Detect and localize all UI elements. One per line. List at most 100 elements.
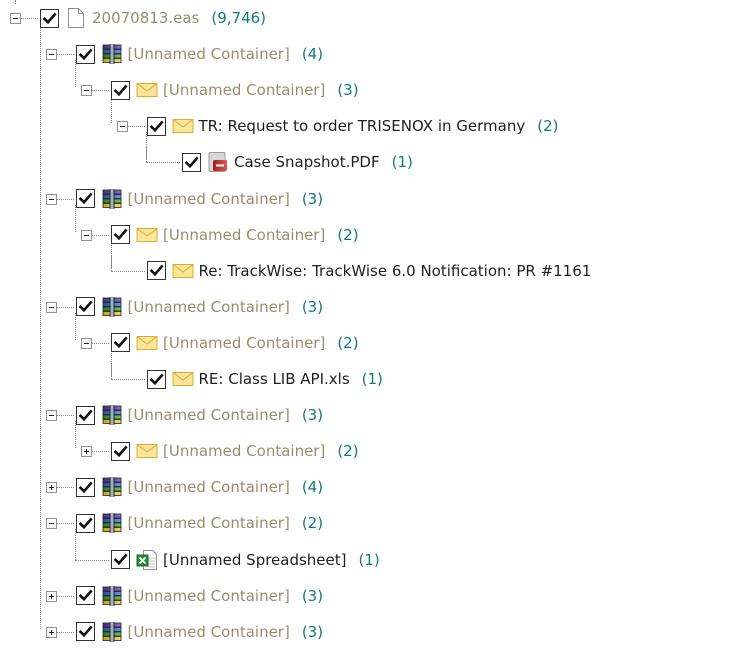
node-count: (3) xyxy=(301,297,324,316)
node-checkbox[interactable] xyxy=(75,477,95,497)
node-count: (3) xyxy=(301,406,324,425)
minus-icon[interactable] xyxy=(45,410,57,422)
expand-button[interactable] xyxy=(75,436,109,466)
minus-icon[interactable] xyxy=(45,518,57,530)
collapse-button[interactable] xyxy=(111,111,145,141)
node-checkbox[interactable] xyxy=(111,441,130,461)
checkmark-icon xyxy=(78,299,93,314)
tree-node[interactable]: TR: Request to order TRISENOX in Germany… xyxy=(111,111,559,141)
node-label[interactable]: [Unnamed Container] xyxy=(163,442,325,460)
minus-icon[interactable] xyxy=(81,85,92,97)
node-label[interactable]: [Unnamed Container] xyxy=(163,334,325,352)
node-checkbox[interactable] xyxy=(111,550,130,569)
checkmark-icon xyxy=(113,444,128,459)
node-checkbox[interactable] xyxy=(75,405,95,425)
node-checkbox[interactable] xyxy=(75,189,95,208)
tree-node[interactable]: Case Snapshot.PDF (1) xyxy=(146,147,413,177)
tree-node[interactable]: Re: TrackWise: TrackWise 6.0 Notificatio… xyxy=(110,255,592,286)
node-checkbox[interactable] xyxy=(111,80,130,100)
node-label[interactable]: RE: Class LIB API.xls xyxy=(199,370,350,388)
node-label[interactable]: Re: TrackWise: TrackWise 6.0 Notificatio… xyxy=(199,262,592,280)
node-label[interactable]: [Unnamed Spreadsheet] xyxy=(163,551,347,569)
tree-connector-line xyxy=(146,147,147,163)
node-checkbox[interactable] xyxy=(111,333,130,353)
tree-node[interactable]: 20070813.eas (9,746) xyxy=(4,3,266,33)
archive-icon xyxy=(100,621,124,643)
minus-icon[interactable] xyxy=(45,49,57,61)
node-label[interactable]: [Unnamed Container] xyxy=(163,226,325,244)
node-label[interactable]: [Unnamed Container] xyxy=(128,298,290,316)
collapse-button[interactable] xyxy=(40,508,74,538)
minus-icon[interactable] xyxy=(116,121,128,133)
tree-node[interactable]: [Unnamed Container] (3) xyxy=(40,292,324,322)
tree-node[interactable]: RE: Class LIB API.xls (1) xyxy=(110,364,383,394)
tree-branch-connector xyxy=(75,544,109,575)
node-label[interactable]: [Unnamed Container] xyxy=(128,623,290,641)
collapse-button[interactable] xyxy=(40,39,74,69)
envelope-icon xyxy=(135,79,159,101)
minus-icon[interactable] xyxy=(81,337,92,349)
node-label[interactable]: 20070813.eas xyxy=(92,9,199,27)
node-checkbox[interactable] xyxy=(182,152,201,172)
node-label[interactable]: [Unnamed Container] xyxy=(128,514,290,532)
node-label[interactable]: [Unnamed Container] xyxy=(128,587,290,605)
minus-icon[interactable] xyxy=(10,13,21,24)
collapse-button[interactable] xyxy=(75,328,109,358)
node-label[interactable]: [Unnamed Container] xyxy=(163,81,325,99)
tree-connector-line xyxy=(75,544,76,560)
tree-node[interactable]: [Unnamed Container] (3) xyxy=(75,75,359,105)
collapse-button[interactable] xyxy=(40,292,74,322)
node-checkbox[interactable] xyxy=(146,261,166,281)
collapse-button[interactable] xyxy=(4,3,38,33)
collapse-button[interactable] xyxy=(40,400,74,430)
tree-node[interactable]: [Unnamed Container] (2) xyxy=(75,436,359,466)
tree-node[interactable]: [Unnamed Container] (3) xyxy=(40,400,324,430)
plus-icon[interactable] xyxy=(45,626,57,638)
plus-icon[interactable] xyxy=(81,446,92,458)
minus-icon[interactable] xyxy=(45,301,57,313)
tree-node[interactable]: [Unnamed Spreadsheet] (1) xyxy=(75,544,380,575)
node-checkbox[interactable] xyxy=(75,586,95,606)
node-label[interactable]: [Unnamed Container] xyxy=(128,190,290,208)
node-label[interactable]: Case Snapshot.PDF xyxy=(234,153,380,171)
plus-icon[interactable] xyxy=(45,482,57,494)
collapse-button[interactable] xyxy=(40,184,74,214)
expand-button[interactable] xyxy=(40,617,74,647)
checkmark-icon xyxy=(78,47,93,62)
minus-icon[interactable] xyxy=(45,193,57,205)
node-checkbox[interactable] xyxy=(75,513,95,533)
node-count: (3) xyxy=(301,622,324,641)
node-checkbox[interactable] xyxy=(40,8,59,28)
tree-node[interactable]: [Unnamed Container] (4) xyxy=(40,39,323,69)
node-label[interactable]: [Unnamed Container] xyxy=(128,478,290,496)
archive-icon xyxy=(100,296,124,318)
node-label[interactable]: TR: Request to order TRISENOX in Germany xyxy=(199,117,526,135)
node-label[interactable]: [Unnamed Container] xyxy=(128,45,290,63)
tree-node[interactable]: [Unnamed Container] (2) xyxy=(75,328,359,358)
node-label[interactable]: [Unnamed Container] xyxy=(128,406,290,424)
tree-node[interactable]: [Unnamed Container] (4) xyxy=(40,472,323,502)
collapse-button[interactable] xyxy=(75,75,109,105)
plus-icon[interactable] xyxy=(45,590,57,602)
tree-connector-line xyxy=(110,364,112,379)
minus-icon[interactable] xyxy=(81,229,92,241)
expand-button[interactable] xyxy=(40,581,74,611)
node-checkbox[interactable] xyxy=(146,369,166,389)
tree-node[interactable]: [Unnamed Container] (2) xyxy=(40,508,323,538)
evidence-tree: 20070813.eas (9,746) [Unnamed Container] (4… xyxy=(0,0,747,653)
envelope-icon xyxy=(171,115,195,137)
tree-node[interactable]: [Unnamed Container] (2) xyxy=(75,220,359,250)
node-checkbox[interactable] xyxy=(75,622,95,642)
tree-node[interactable]: [Unnamed Container] (3) xyxy=(40,581,323,611)
node-checkbox[interactable] xyxy=(75,44,95,64)
tree-branch-connector xyxy=(110,364,145,394)
node-checkbox[interactable] xyxy=(111,225,130,245)
tree-node[interactable]: [Unnamed Container] (3) xyxy=(40,617,324,647)
collapse-button[interactable] xyxy=(75,220,109,250)
tree-node[interactable]: [Unnamed Container] (3) xyxy=(40,184,323,214)
expand-button[interactable] xyxy=(40,472,74,502)
node-checkbox[interactable] xyxy=(146,116,166,136)
checkmark-icon xyxy=(149,372,164,387)
node-checkbox[interactable] xyxy=(75,297,95,317)
checkmark-icon xyxy=(113,83,128,98)
